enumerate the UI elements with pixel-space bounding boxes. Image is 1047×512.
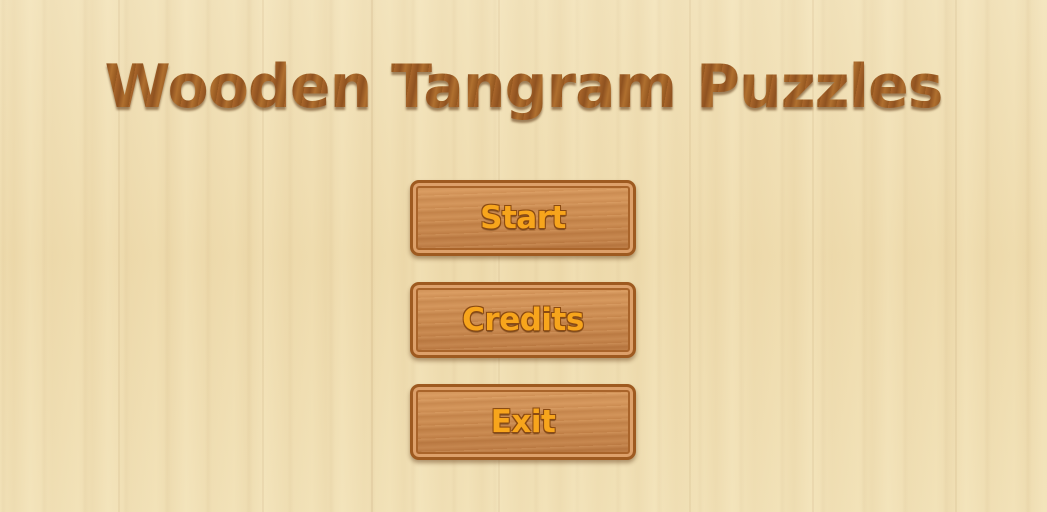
start-button-label: Start xyxy=(480,200,566,236)
main-menu-screen: { "title": "Wooden Tangram Puzzles", "me… xyxy=(0,0,1047,512)
credits-button[interactable]: Credits xyxy=(410,282,636,358)
exit-button-label: Exit xyxy=(490,404,556,440)
credits-button-label: Credits xyxy=(462,302,584,338)
game-title: Wooden Tangram Puzzles xyxy=(0,52,1047,122)
exit-button[interactable]: Exit xyxy=(410,384,636,460)
start-button[interactable]: Start xyxy=(410,180,636,256)
